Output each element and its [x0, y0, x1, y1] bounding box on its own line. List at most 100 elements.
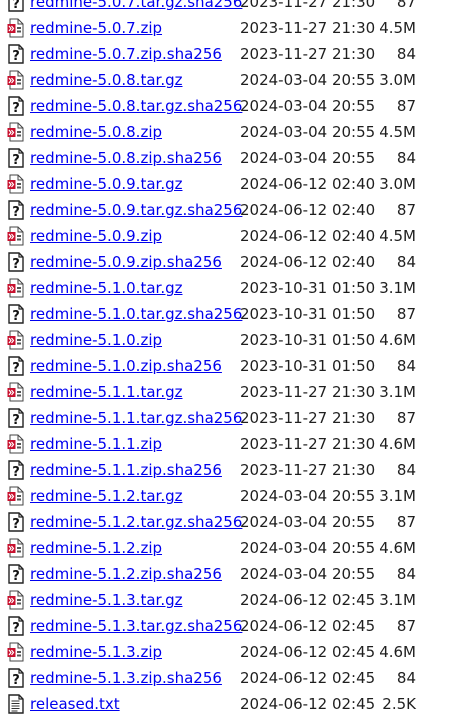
file-date: 2024-03-04 20:55: [240, 513, 376, 531]
file-link[interactable]: redmine-5.0.7.zip: [30, 19, 162, 37]
file-size: 4.5M: [379, 227, 416, 245]
file-size: 2.5K: [382, 695, 416, 713]
file-link[interactable]: redmine-5.1.1.tar.gz: [30, 383, 182, 401]
file-date: 2023-11-27 21:30: [240, 19, 376, 37]
file-link[interactable]: redmine-5.1.1.zip.sha256: [30, 461, 222, 479]
file-date: 2024-06-12 02:40: [240, 175, 376, 193]
file-link[interactable]: redmine-5.0.7.zip.sha256: [30, 45, 222, 63]
unknown-file-icon: ?: [7, 460, 25, 480]
file-name-cell: redmine-5.0.7.zip: [30, 19, 238, 37]
file-date: 2024-03-04 20:55: [240, 539, 376, 557]
svg-text:?: ?: [12, 205, 20, 220]
file-date: 2024-03-04 20:55: [240, 565, 376, 583]
svg-text:?: ?: [12, 413, 20, 428]
svg-text:?: ?: [12, 361, 20, 376]
unknown-file-icon: ?: [7, 252, 25, 272]
file-link[interactable]: redmine-5.1.0.tar.gz.sha256: [30, 305, 242, 323]
file-link[interactable]: redmine-5.0.8.zip.sha256: [30, 149, 222, 167]
file-name-cell: redmine-5.1.1.zip: [30, 435, 238, 453]
file-row: redmine-5.0.8.tar.gz 2024-03-04 20:55 3.…: [0, 67, 456, 93]
file-name-cell: redmine-5.0.9.zip: [30, 227, 238, 245]
file-name-cell: redmine-5.0.9.zip.sha256: [30, 253, 238, 271]
file-date: 2024-06-12 02:40: [240, 201, 376, 219]
file-name-cell: redmine-5.1.0.zip.sha256: [30, 357, 238, 375]
svg-text:?: ?: [12, 153, 20, 168]
file-size: 4.6M: [379, 643, 416, 661]
file-row: redmine-5.0.9.zip 2024-06-12 02:40 4.5M: [0, 223, 456, 249]
file-row: redmine-5.1.3.tar.gz 2024-06-12 02:45 3.…: [0, 587, 456, 613]
file-date: 2024-06-12 02:45: [240, 617, 376, 635]
file-size: 84: [396, 461, 416, 479]
file-link[interactable]: released.txt: [30, 695, 120, 713]
file-name-cell: redmine-5.0.9.tar.gz: [30, 175, 238, 193]
file-link[interactable]: redmine-5.0.9.zip: [30, 227, 162, 245]
file-row: redmine-5.1.1.zip 2023-11-27 21:30 4.6M: [0, 431, 456, 457]
file-link[interactable]: redmine-5.1.0.tar.gz: [30, 279, 182, 297]
file-link[interactable]: redmine-5.1.2.zip: [30, 539, 162, 557]
svg-text:?: ?: [12, 49, 20, 64]
file-row: redmine-5.0.9.tar.gz 2024-06-12 02:40 3.…: [0, 171, 456, 197]
file-row: ? redmine-5.1.2.zip.sha256 2024-03-04 20…: [0, 561, 456, 587]
file-link[interactable]: redmine-5.0.7.tar.gz.sha256: [30, 0, 242, 11]
file-name-cell: released.txt: [30, 695, 238, 713]
file-link[interactable]: redmine-5.0.8.tar.gz: [30, 71, 182, 89]
file-size: 4.6M: [379, 331, 416, 349]
file-link[interactable]: redmine-5.0.8.tar.gz.sha256: [30, 97, 242, 115]
file-name-cell: redmine-5.0.8.tar.gz: [30, 71, 238, 89]
file-link[interactable]: redmine-5.0.9.tar.gz: [30, 175, 182, 193]
file-link[interactable]: redmine-5.1.3.tar.gz.sha256: [30, 617, 242, 635]
archive-icon: [7, 538, 25, 558]
file-date: 2024-06-12 02:40: [240, 253, 376, 271]
file-row: ? redmine-5.0.8.tar.gz.sha256 2024-03-04…: [0, 93, 456, 119]
file-date: 2023-11-27 21:30: [240, 461, 376, 479]
file-size: 3.1M: [379, 279, 416, 297]
file-size: 4.5M: [379, 123, 416, 141]
file-row: redmine-5.1.2.tar.gz 2024-03-04 20:55 3.…: [0, 483, 456, 509]
archive-icon: [7, 434, 25, 454]
file-date: 2024-03-04 20:55: [240, 97, 376, 115]
file-name-cell: redmine-5.1.0.tar.gz: [30, 279, 238, 297]
file-link[interactable]: redmine-5.1.2.tar.gz: [30, 487, 182, 505]
file-name-cell: redmine-5.0.8.zip: [30, 123, 238, 141]
file-name-cell: redmine-5.0.7.tar.gz.sha256: [30, 0, 242, 11]
file-date: 2024-06-12 02:40: [240, 227, 376, 245]
svg-text:?: ?: [12, 257, 20, 272]
file-row: redmine-5.1.0.tar.gz 2023-10-31 01:50 3.…: [0, 275, 456, 301]
file-row: ? redmine-5.1.1.tar.gz.sha256 2023-11-27…: [0, 405, 456, 431]
file-name-cell: redmine-5.1.0.zip: [30, 331, 238, 349]
file-date: 2023-11-27 21:30: [240, 45, 376, 63]
file-link[interactable]: redmine-5.0.9.zip.sha256: [30, 253, 222, 271]
file-name-cell: redmine-5.1.2.zip.sha256: [30, 565, 238, 583]
file-row: released.txt 2024-06-12 02:45 2.5K: [0, 691, 456, 717]
file-link[interactable]: redmine-5.1.2.tar.gz.sha256: [30, 513, 242, 531]
file-link[interactable]: redmine-5.1.1.zip: [30, 435, 162, 453]
file-link[interactable]: redmine-5.1.3.zip: [30, 643, 162, 661]
file-size: 3.1M: [379, 591, 416, 609]
file-name-cell: redmine-5.1.3.tar.gz.sha256: [30, 617, 242, 635]
file-size: 4.5M: [379, 19, 416, 37]
file-date: 2024-03-04 20:55: [240, 71, 376, 89]
file-date: 2023-10-31 01:50: [240, 305, 376, 323]
file-link[interactable]: redmine-5.1.0.zip.sha256: [30, 357, 222, 375]
file-date: 2023-10-31 01:50: [240, 357, 376, 375]
file-link[interactable]: redmine-5.0.8.zip: [30, 123, 162, 141]
file-name-cell: redmine-5.0.8.zip.sha256: [30, 149, 238, 167]
archive-icon: [7, 330, 25, 350]
file-size: 87: [396, 617, 416, 635]
file-row: redmine-5.1.3.zip 2024-06-12 02:45 4.6M: [0, 639, 456, 665]
file-date: 2023-11-27 21:30: [240, 409, 376, 427]
unknown-file-icon: ?: [7, 356, 25, 376]
file-row: redmine-5.0.7.zip 2023-11-27 21:30 4.5M: [0, 15, 456, 41]
svg-text:?: ?: [12, 517, 20, 532]
unknown-file-icon: ?: [7, 512, 25, 532]
file-name-cell: redmine-5.0.7.zip.sha256: [30, 45, 238, 63]
file-name-cell: redmine-5.1.0.tar.gz.sha256: [30, 305, 242, 323]
file-link[interactable]: redmine-5.1.2.zip.sha256: [30, 565, 222, 583]
file-link[interactable]: redmine-5.1.3.tar.gz: [30, 591, 182, 609]
file-link[interactable]: redmine-5.1.3.zip.sha256: [30, 669, 222, 687]
file-link[interactable]: redmine-5.0.9.tar.gz.sha256: [30, 201, 242, 219]
file-link[interactable]: redmine-5.1.1.tar.gz.sha256: [30, 409, 242, 427]
file-link[interactable]: redmine-5.1.0.zip: [30, 331, 162, 349]
file-size: 3.0M: [379, 71, 416, 89]
file-row: ? redmine-5.0.9.zip.sha256 2024-06-12 02…: [0, 249, 456, 275]
